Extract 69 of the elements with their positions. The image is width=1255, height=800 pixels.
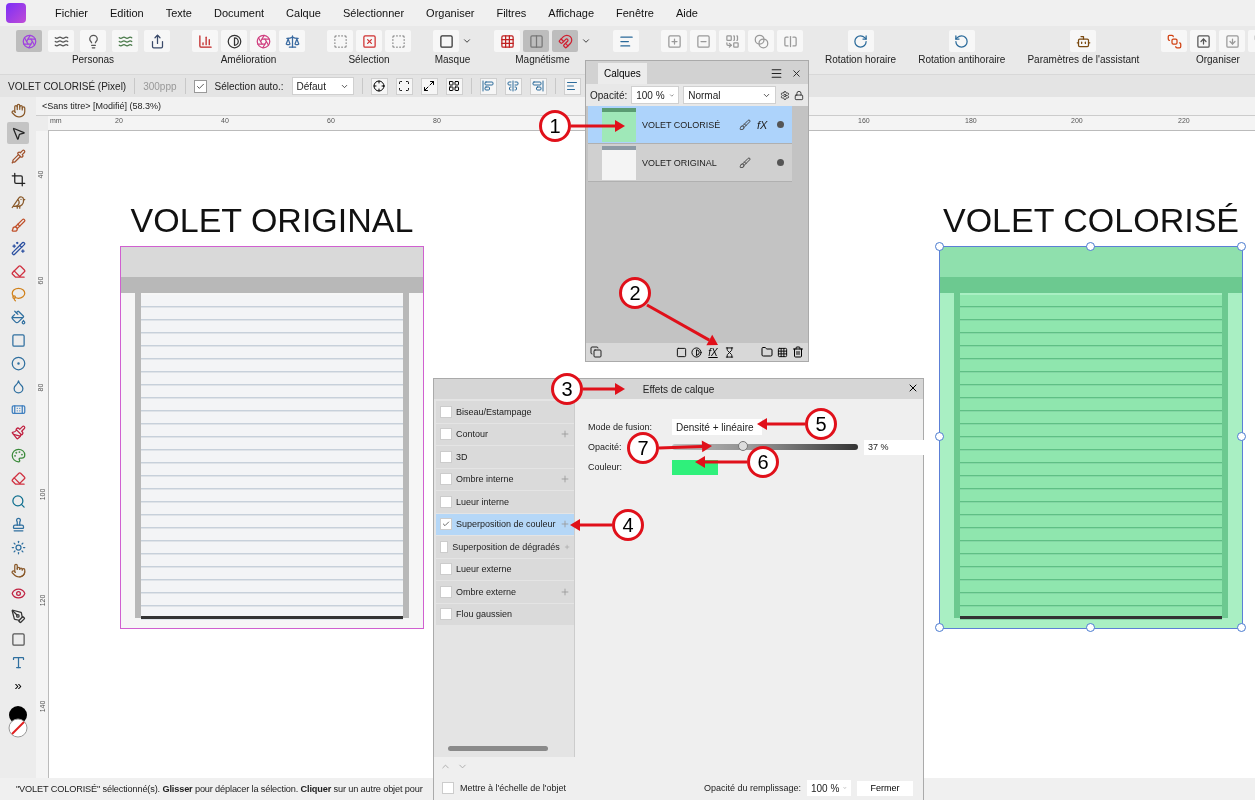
menu-item[interactable]: Sélectionner [331, 7, 416, 19]
panel-tab[interactable]: Calques [598, 63, 647, 84]
effect-label: Biseau/Estampage [456, 406, 533, 417]
layer-name: VOLET COLORISÉ [642, 119, 722, 130]
opacity-label: Opacité: [590, 89, 628, 101]
menu-item[interactable]: Affichage [537, 7, 606, 19]
layer-info: VOLET COLORISÉ (Pixel) [8, 80, 127, 92]
menu-item[interactable]: Calque [275, 7, 332, 19]
toolbar-group-label: Amélioration [220, 54, 277, 65]
blend-mode-dropdown[interactable]: Densité + linéaire [672, 419, 762, 435]
field-label: Opacité du remplissage: [703, 783, 801, 793]
effect-label: Ombre externe [456, 586, 518, 597]
effect-item[interactable]: Biseau/Estampage [436, 401, 574, 423]
effect-item[interactable]: 3D [436, 446, 574, 468]
effects-indicator: fX [757, 118, 769, 131]
effect-label: Lueur externe [456, 564, 513, 575]
toolbar-group-label: Paramètres de l'assistant [1027, 54, 1140, 65]
effect-item[interactable]: Lueur interne [436, 491, 574, 513]
effect-item[interactable]: Contour [436, 423, 574, 445]
effect-label: Contour [456, 429, 490, 440]
menu-item[interactable]: Document [202, 7, 276, 19]
effect-label: Superposition de dégradés [452, 541, 560, 552]
canvas-title: VOLET ORIGINAL [130, 201, 414, 240]
toolbar-group-label: Rotation horaire [825, 54, 897, 65]
effect-item[interactable]: Ombre externe [436, 581, 574, 603]
effect-label: Lueur interne [456, 496, 511, 507]
opacity-field[interactable]: 37 % [864, 439, 924, 455]
menu-item[interactable]: Texte [154, 7, 203, 19]
effect-item[interactable]: Ombre interne [436, 468, 574, 490]
field-label: Mode de fusion: [588, 422, 653, 432]
more-tools-button[interactable]: » [14, 674, 22, 696]
menu-item[interactable]: Organiser [415, 7, 486, 19]
toolbar-group-label: Sélection [348, 54, 390, 65]
effect-item[interactable]: Lueur externe [436, 558, 574, 580]
mode-dropdown[interactable]: Défaut [291, 77, 354, 95]
close-button[interactable]: Fermer [857, 780, 913, 796]
menu-item[interactable]: Filtres [485, 7, 538, 19]
effect-label: Flou gaussien [456, 609, 514, 620]
effect-item[interactable]: Superposition de dégradés [436, 536, 574, 558]
layer-row[interactable]: VOLET COLORISÉ fX [588, 106, 792, 144]
menu-item[interactable]: Aide [664, 7, 709, 19]
field-label: Couleur: [588, 462, 623, 472]
checkbox-label: Sélection auto.: [214, 80, 284, 92]
resolution-text: 300ppp [143, 80, 177, 92]
checkbox-label: Mettre à l'échelle de l'objet [460, 783, 566, 793]
menu-item[interactable]: Fenêtre [605, 7, 665, 19]
fx-button[interactable]: fX [706, 346, 720, 358]
effect-label: 3D [456, 451, 469, 462]
toolbar-group-label: Rotation antihoraire [918, 54, 1006, 65]
dialog-title: Effets de calque [642, 383, 715, 395]
toolbar-group-label: Organiser [1195, 54, 1240, 65]
fill-opacity-dropdown[interactable]: 100 % [807, 780, 851, 796]
blend-mode-dropdown[interactable]: Normal [683, 86, 777, 104]
canvas-title: VOLET COLORISÉ [943, 201, 1239, 240]
layer-row[interactable]: VOLET ORIGINAL [588, 144, 792, 182]
document-tab[interactable]: <Sans titre> [Modifié] (58.3%) [42, 101, 162, 111]
menu-item[interactable]: Edition [99, 7, 155, 19]
effect-item[interactable]: Superposition de couleur [436, 513, 574, 535]
opacity-dropdown[interactable]: 100 % [631, 86, 680, 104]
status-text: "VOLET COLORISÉ" sélectionné(s). Glisser pour déplacer la sélection. Cliquer sur un autre objet pour [16, 784, 423, 794]
effect-label: Ombre interne [456, 474, 515, 485]
effect-label: Superposition de couleur [456, 519, 556, 530]
toolbar-group-label: Personas [71, 54, 115, 65]
layer-name: VOLET ORIGINAL [642, 157, 718, 168]
field-label: Opacité: [588, 442, 622, 452]
effect-item[interactable]: Flou gaussien [436, 603, 574, 625]
toolbar-group-label: Masque [434, 54, 471, 65]
menu-item[interactable]: Fichier [44, 7, 99, 19]
toolbar-group-label: Magnétisme [515, 54, 570, 65]
